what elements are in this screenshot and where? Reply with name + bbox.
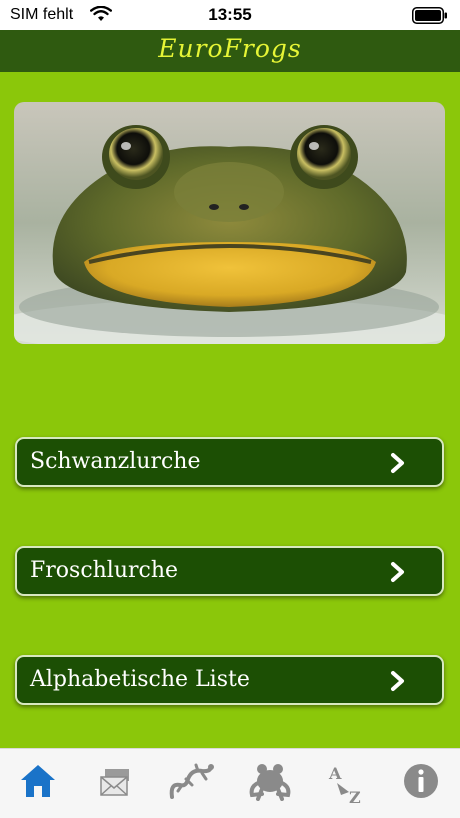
svg-text:A: A [328,764,342,783]
svg-text:Z: Z [349,788,361,805]
battery-icon [412,7,447,24]
info-icon [404,764,438,798]
hero-frog-image [14,102,445,344]
menu-item-label: Froschlurche [30,558,179,583]
tab-a-to-z[interactable]: A Z [320,761,370,805]
status-time: 13:55 [208,5,252,24]
a-to-z-icon: A Z [328,764,361,805]
menu-item-alphabetische-liste[interactable]: Alphabetische Liste [15,655,444,705]
chevron-right-icon [391,562,404,582]
frog-icon [249,764,291,801]
salamander-icon [169,763,214,799]
tab-mail[interactable] [90,761,140,805]
tab-bar: A Z [0,748,460,818]
main-content: Schwanzlurche Froschlurche Alphabetische… [0,72,460,748]
menu-item-schwanzlurche[interactable]: Schwanzlurche [15,437,444,487]
tab-info[interactable] [396,761,446,805]
app-title: EuroFrogs [158,34,302,63]
status-bar: SIM fehlt 13:55 [0,0,460,30]
home-icon [21,765,55,797]
chevron-right-icon [391,453,404,473]
chevron-right-icon [391,671,404,691]
menu-item-froschlurche[interactable]: Froschlurche [15,546,444,596]
tab-salamander[interactable] [166,761,216,805]
nav-bar: EuroFrogs [0,30,460,72]
tab-home[interactable] [13,761,63,805]
tab-frog[interactable] [245,761,295,805]
menu-item-label: Schwanzlurche [30,449,201,474]
menu-item-label: Alphabetische Liste [30,667,250,692]
envelope-icon [100,769,129,796]
